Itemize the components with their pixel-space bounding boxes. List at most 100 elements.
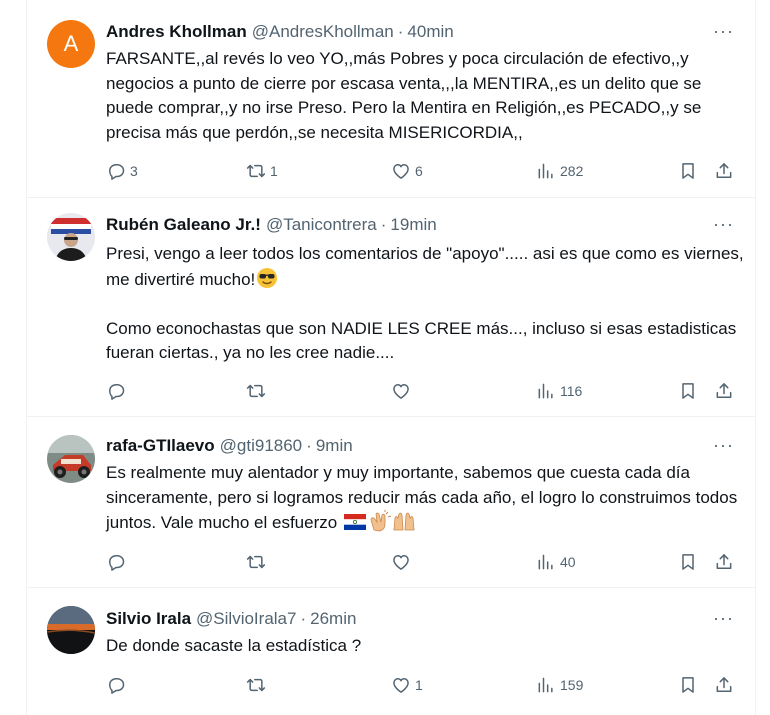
reply-icon [106,381,126,401]
raising-hands-emoji-icon [393,512,415,531]
reply-tweet[interactable]: Rubén Galeano Jr.! @Tanicontrera · 19min… [27,199,755,417]
more-icon[interactable]: ··· [713,436,733,460]
tweet-text: De donde sacaste la estadística ? [106,634,746,659]
share-button[interactable] [714,551,734,573]
like-button[interactable] [391,551,415,573]
separator-dot: · [380,215,387,234]
more-icon[interactable]: ··· [713,215,733,239]
reply-icon [106,161,126,181]
tweet-paragraph-text: Es realmente muy alentador y muy importa… [106,463,738,532]
avatar-letter: A [63,31,79,56]
like-icon [391,381,411,401]
retweet-button[interactable]: 1 [246,160,278,182]
reply-tweet[interactable]: A Andres Khollman @AndresKhollman · 40mi… [27,0,755,198]
views-count: 159 [560,677,584,693]
views-button[interactable]: 159 [536,674,583,696]
reply-button[interactable]: 3 [106,160,138,182]
like-icon [391,161,411,181]
share-button[interactable] [714,674,734,696]
like-button[interactable] [391,380,415,402]
bookmark-button[interactable] [678,160,698,182]
author-handle[interactable]: @SilvioIrala7 [196,609,296,629]
action-bar: 3 1 6 282 [106,160,746,182]
author-name[interactable]: rafa-GTIlaevo [106,436,215,456]
share-icon [714,161,734,181]
views-button[interactable]: 282 [536,160,583,182]
tweet-header: Silvio Irala @SilvioIrala7 · 26min [106,608,356,630]
tweet-header: rafa-GTIlaevo @gti91860 · 9min [106,435,353,457]
author-name[interactable]: Rubén Galeano Jr.! [106,215,261,235]
tweet-paragraph: De donde sacaste la estadística ? [106,636,362,655]
timestamp[interactable]: 9min [316,436,353,456]
retweet-count: 1 [270,163,278,179]
author-handle[interactable]: @AndresKhollman [252,22,394,42]
more-icon[interactable]: ··· [713,22,733,46]
bookmark-button[interactable] [678,380,698,402]
avatar[interactable] [47,435,95,483]
timestamp[interactable]: 19min [390,215,436,235]
author-handle[interactable]: @Tanicontrera [266,215,377,235]
action-bar: 40 [106,551,746,573]
reply-tweet[interactable]: rafa-GTIlaevo @gti91860 · 9min ··· Es re… [27,418,755,588]
retweet-icon [246,381,266,401]
views-icon [536,381,556,401]
tweet-paragraph-text: Presi, vengo a leer todos los comentario… [106,244,744,289]
reply-button[interactable] [106,674,130,696]
like-count: 1 [415,677,423,693]
reply-button[interactable] [106,380,130,402]
tweet-paragraph: Como econochastas que son NADIE LES CREE… [106,318,737,363]
avatar-image [47,606,95,654]
tweet-paragraph: FARSANTE,,al revés lo veo YO,,más Pobres… [106,49,702,142]
author-name[interactable]: Silvio Irala [106,609,191,629]
avatar[interactable] [47,213,95,261]
share-icon [714,381,734,401]
tweet-header: Rubén Galeano Jr.! @Tanicontrera · 19min [106,214,437,236]
timestamp[interactable]: 40min [407,22,453,42]
clapping-hands-emoji-icon [370,510,392,532]
reply-count: 3 [130,163,138,179]
tweet-paragraph: Presi, vengo a leer todos los comentario… [106,242,746,292]
reply-button[interactable] [106,551,130,573]
more-icon[interactable]: ··· [713,609,733,633]
views-count: 116 [560,383,583,399]
sunglasses-emoji-icon [257,267,278,288]
like-button[interactable]: 6 [391,160,423,182]
like-icon [391,675,411,695]
tweet-text: Presi, vengo a leer todos los comentario… [106,242,746,366]
bookmark-icon [678,381,698,401]
retweet-icon [246,552,266,572]
bookmark-button[interactable] [678,674,698,696]
views-button[interactable]: 116 [536,380,582,402]
separator-dot: · [397,22,404,41]
reply-tweet[interactable]: Silvio Irala @SilvioIrala7 · 26min ··· D… [27,589,755,715]
like-button[interactable]: 1 [391,674,423,696]
flag-emoji-paraguay-icon [343,514,366,530]
retweet-button[interactable] [246,380,270,402]
retweet-button[interactable] [246,551,270,573]
tweet-header: Andres Khollman @AndresKhollman · 40min [106,21,454,43]
separator-dot: · [306,436,312,455]
bookmark-icon [678,552,698,572]
author-name[interactable]: Andres Khollman [106,22,247,42]
tweet-paragraph: Es realmente muy alentador y muy importa… [106,461,746,536]
reply-icon [106,675,126,695]
avatar-image [47,435,95,483]
share-button[interactable] [714,380,734,402]
bookmark-button[interactable] [678,551,698,573]
retweet-icon [246,161,266,181]
replies-timeline: A Andres Khollman @AndresKhollman · 40mi… [26,0,756,715]
like-count: 6 [415,163,423,179]
views-button[interactable]: 40 [536,551,576,573]
views-icon [536,161,556,181]
timestamp[interactable]: 26min [310,609,356,629]
avatar[interactable] [47,606,95,654]
share-button[interactable] [714,160,734,182]
author-handle[interactable]: @gti91860 [220,436,303,456]
share-icon [714,552,734,572]
retweet-button[interactable] [246,674,270,696]
bookmark-icon [678,161,698,181]
separator-dot: · [300,609,307,628]
views-count: 40 [560,554,576,570]
avatar[interactable]: A [47,20,95,68]
views-count: 282 [560,163,584,179]
